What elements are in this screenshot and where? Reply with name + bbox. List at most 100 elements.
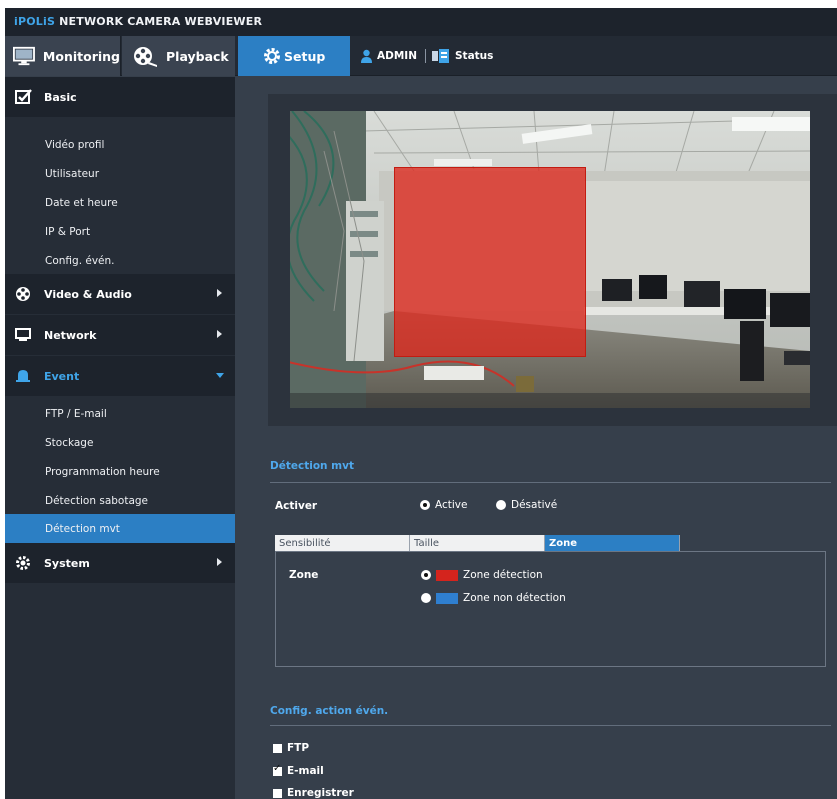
- chevron-down-icon: [216, 373, 224, 378]
- chevron-right-icon: [217, 289, 222, 297]
- sidebar-item-label: Stockage: [45, 436, 94, 449]
- status-icon: [432, 49, 449, 63]
- red-swatch-icon: [436, 569, 458, 581]
- activer-label: Activer: [275, 500, 318, 512]
- tab-taille-label: Taille: [414, 537, 440, 549]
- admin-user-button[interactable]: ADMIN: [361, 36, 417, 76]
- sidebar-category-basic-label: Basic: [44, 90, 77, 104]
- sidebar-category-event-label: Event: [44, 369, 80, 383]
- sidebar-item-label: Utilisateur: [45, 167, 100, 180]
- film-reel-icon: [134, 47, 157, 67]
- blue-swatch-icon: [436, 592, 458, 604]
- tab-monitoring-label: Monitoring: [42, 48, 120, 64]
- radio-desactive-label: Désativé: [511, 499, 558, 511]
- radio-active-dot: [420, 500, 430, 510]
- checkbox-email-label: E-mail: [287, 765, 324, 777]
- radio-zone-detection-label: Zone détection: [463, 569, 543, 581]
- gear-icon: [16, 556, 30, 570]
- radio-active[interactable]: Active: [420, 499, 467, 511]
- top-nav: Monitoring Playback Setup ADMIN Status: [5, 36, 837, 76]
- sidebar-item-programmation-heure[interactable]: Programmation heure: [5, 457, 235, 486]
- sidebar-item-detection-mvt[interactable]: Détection mvt: [5, 514, 235, 543]
- checkbox-ftp[interactable]: FTP: [273, 742, 309, 754]
- radio-zone-detection-dot: [421, 570, 431, 580]
- radio-zone-non-detection[interactable]: Zone non détection: [421, 592, 566, 604]
- status-label: Status: [455, 50, 494, 62]
- sidebar-item-video-profil[interactable]: Vidéo profil: [5, 130, 235, 159]
- checkbox-ftp-box: [273, 743, 282, 753]
- checkbox-enregistrer[interactable]: Enregistrer: [273, 787, 354, 799]
- sidebar-item-stockage[interactable]: Stockage: [5, 428, 235, 457]
- zone-label: Zone: [289, 569, 319, 581]
- nav-separator: [425, 49, 426, 63]
- sidebar-item-label: Vidéo profil: [45, 138, 105, 151]
- tab-monitoring[interactable]: Monitoring: [5, 36, 121, 76]
- section-divider: [270, 725, 831, 726]
- tab-zone[interactable]: Zone: [545, 535, 680, 551]
- section-title-config-action: Config. action évén.: [270, 705, 389, 717]
- monitor-icon: [13, 46, 35, 66]
- title-bar: iPOLiS NETWORK CAMERA WEBVIEWER: [5, 8, 837, 36]
- chevron-right-icon: [217, 558, 222, 566]
- sidebar-item-label: Programmation heure: [45, 465, 160, 478]
- sidebar-category-system[interactable]: System: [5, 543, 235, 583]
- gear-icon: [264, 48, 280, 64]
- tab-sensibilite-label: Sensibilité: [279, 537, 331, 549]
- user-icon: [361, 49, 372, 63]
- checkbox-enregistrer-box: [273, 788, 282, 798]
- tab-playback[interactable]: Playback: [122, 36, 235, 76]
- webviewer-app: iPOLiS NETWORK CAMERA WEBVIEWER Monitori…: [5, 8, 837, 799]
- checkbox-email-box: [273, 763, 282, 776]
- brand-name: NETWORK CAMERA WEBVIEWER: [55, 15, 263, 28]
- status-button[interactable]: Status: [432, 36, 493, 76]
- sidebar-category-event[interactable]: Event: [5, 356, 235, 396]
- sidebar-category-system-label: System: [44, 556, 90, 570]
- sidebar-item-label: IP & Port: [45, 225, 91, 238]
- radio-zone-non-detection-label: Zone non détection: [463, 592, 566, 604]
- detection-zone-rect[interactable]: [394, 167, 586, 357]
- checkbox-ftp-label: FTP: [287, 742, 310, 754]
- sidebar-category-network-label: Network: [44, 328, 97, 342]
- sidebar-item-label: Détection sabotage: [45, 494, 149, 507]
- sidebar-item-label: Date et heure: [45, 196, 118, 209]
- tab-setup-label: Setup: [284, 48, 326, 64]
- radio-zone-non-detection-dot: [421, 593, 431, 603]
- sidebar-category-video-audio[interactable]: Video & Audio: [5, 274, 235, 314]
- checkbox-enregistrer-label: Enregistrer: [287, 787, 354, 799]
- app-title: iPOLiS NETWORK CAMERA WEBVIEWER: [14, 15, 262, 28]
- film-reel-icon: [16, 287, 30, 301]
- sidebar-item-date-heure[interactable]: Date et heure: [5, 188, 235, 217]
- sidebar-item-ip-port[interactable]: IP & Port: [5, 217, 235, 246]
- sidebar-item-utilisateur[interactable]: Utilisateur: [5, 159, 235, 188]
- sidebar-item-ftp-email[interactable]: FTP / E-mail: [5, 399, 235, 428]
- admin-label: ADMIN: [377, 50, 417, 62]
- checklist-icon: [15, 89, 32, 104]
- tab-sensibilite[interactable]: Sensibilité: [275, 535, 410, 551]
- chevron-right-icon: [217, 330, 222, 338]
- radio-zone-detection[interactable]: Zone détection: [421, 569, 543, 581]
- tab-playback-label: Playback: [166, 48, 229, 64]
- sidebar-category-network[interactable]: Network: [5, 315, 235, 355]
- brand-accent: iPOLiS: [14, 15, 56, 28]
- zone-panel: Zone Zone détection Zone non détection: [275, 551, 826, 667]
- sidebar: Basic Vidéo profil Utilisateur Date et h…: [5, 77, 235, 799]
- radio-active-label: Active: [435, 499, 468, 511]
- sidebar-category-basic[interactable]: Basic: [5, 77, 235, 117]
- sidebar-item-label: FTP / E-mail: [45, 407, 107, 420]
- radio-desactive[interactable]: Désativé: [496, 499, 557, 511]
- sidebar-category-video-audio-label: Video & Audio: [44, 287, 132, 301]
- sidebar-item-detection-sabotage[interactable]: Détection sabotage: [5, 486, 235, 515]
- sidebar-item-label: Détection mvt: [45, 522, 120, 535]
- sidebar-item-label: Config. évén.: [45, 254, 115, 267]
- radio-desactive-dot: [496, 500, 506, 510]
- section-divider: [270, 482, 831, 483]
- camera-preview[interactable]: [284, 111, 810, 408]
- checkbox-email[interactable]: E-mail: [273, 763, 324, 777]
- tab-setup[interactable]: Setup: [238, 36, 350, 76]
- monitor-icon: [15, 328, 31, 341]
- tab-zone-label: Zone: [549, 537, 578, 549]
- detection-tabs: Sensibilité Taille Zone: [275, 535, 680, 551]
- sidebar-item-config-even[interactable]: Config. évén.: [5, 246, 235, 275]
- bell-icon: [16, 370, 30, 382]
- tab-taille[interactable]: Taille: [410, 535, 545, 551]
